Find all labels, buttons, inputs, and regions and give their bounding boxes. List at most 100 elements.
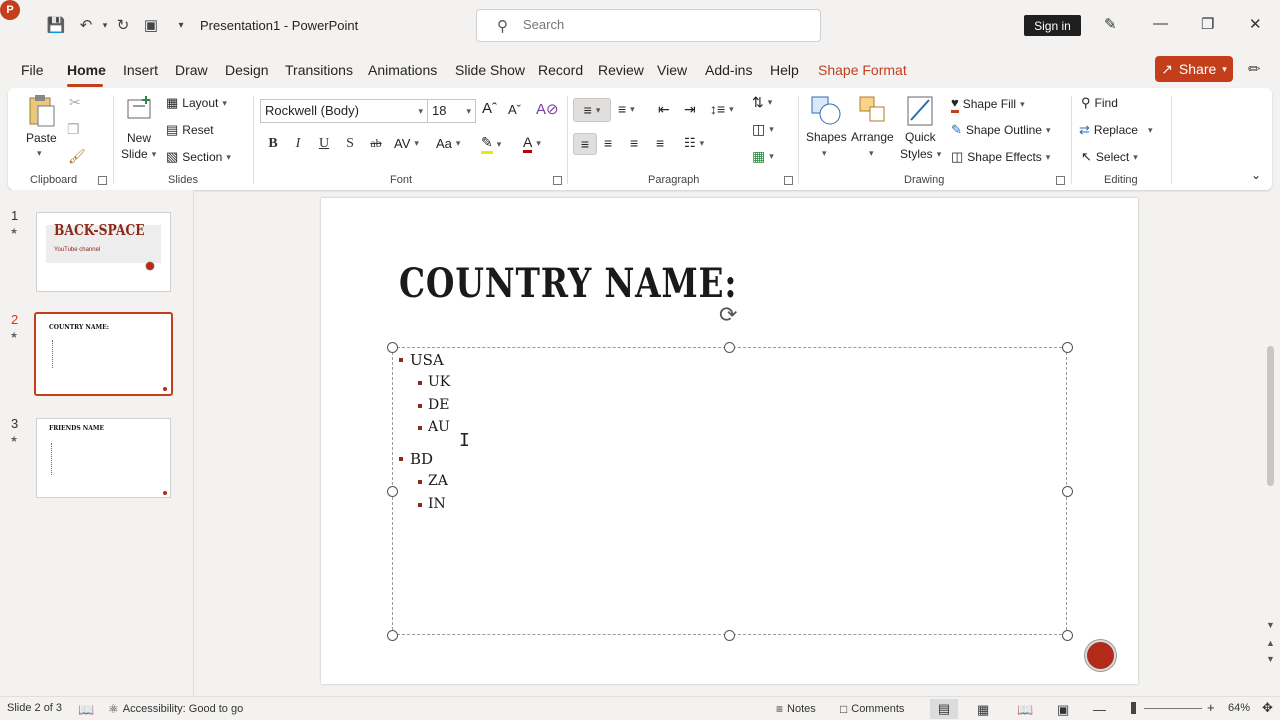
tab-home[interactable]: Home (67, 62, 106, 78)
paragraph-launcher-icon[interactable] (784, 176, 793, 185)
smartart-icon[interactable]: ▦ ▾ (752, 148, 774, 165)
font-size-box[interactable]: 18 ▾ (427, 99, 476, 123)
resize-handle[interactable] (724, 630, 735, 641)
tab-record[interactable]: Record (538, 62, 583, 78)
font-launcher-icon[interactable] (553, 176, 562, 185)
normal-view-icon[interactable]: ▤ (930, 699, 958, 719)
justify-icon[interactable]: ≡ (656, 135, 664, 151)
redo-icon[interactable]: ↻ (112, 14, 134, 36)
save-icon[interactable]: 💾 (45, 14, 67, 36)
decrease-indent-icon[interactable]: ⇤ (658, 101, 670, 118)
resize-handle[interactable] (387, 630, 398, 641)
rotate-handle-icon[interactable]: ⟳ (719, 302, 737, 328)
chevron-down-icon[interactable]: ▾ (822, 148, 827, 159)
spell-check-icon[interactable]: 📖 (78, 702, 94, 718)
bullet-item[interactable]: USA (410, 351, 444, 369)
sign-in-button[interactable]: Sign in (1024, 15, 1081, 36)
resize-handle[interactable] (387, 342, 398, 353)
shrink-font-icon[interactable]: Aˇ (508, 102, 521, 117)
align-right-icon[interactable]: ≡ (630, 135, 638, 151)
replace-button[interactable]: ⇄ Replace ▾ (1079, 122, 1152, 138)
bullet-item[interactable]: BD (410, 450, 433, 468)
tab-insert[interactable]: Insert (123, 62, 158, 78)
shapes-button[interactable]: Shapes (806, 130, 847, 144)
bullet-item[interactable]: DE (428, 397, 449, 413)
columns-icon[interactable]: ☷ ▾ (684, 135, 704, 151)
slideshow-icon[interactable]: ▣ (1057, 702, 1069, 718)
tab-add-ins[interactable]: Add-ins (705, 62, 752, 78)
resize-handle[interactable] (1062, 342, 1073, 353)
slide-sorter-icon[interactable]: ▦ (977, 702, 989, 718)
next-slide-icon[interactable]: ▼ (1266, 654, 1275, 664)
slide-thumbnail-3[interactable]: FRIENDS NAME (36, 418, 171, 498)
drawing-launcher-icon[interactable] (1056, 176, 1065, 185)
strikethrough-button[interactable]: ab (366, 136, 386, 151)
slide-canvas[interactable]: COUNTRY NAME: ⟳ USA UK DE AU BD ZA IN I (321, 198, 1138, 684)
tab-view[interactable]: View (657, 62, 687, 78)
close-icon[interactable]: ✕ (1249, 15, 1262, 33)
quick-styles-button[interactable]: Styles ▾ (900, 147, 941, 161)
vertical-scrollbar[interactable]: ▼ ▲ ▼ (1264, 198, 1278, 684)
font-color-icon[interactable]: A ▾ (523, 134, 541, 153)
paste-button[interactable]: Paste (26, 131, 57, 145)
tab-shape-format[interactable]: Shape Format (818, 62, 907, 78)
new-slide-button[interactable]: Slide ▾ (121, 147, 156, 161)
bullets-button[interactable]: ≡ ▾ (573, 98, 611, 122)
bold-button[interactable]: B (263, 136, 283, 152)
tab-file[interactable]: File (21, 62, 44, 78)
tab-animations[interactable]: Animations (368, 62, 437, 78)
pen-icon[interactable]: ✎ (1104, 15, 1117, 33)
resize-handle[interactable] (387, 486, 398, 497)
zoom-in-icon[interactable]: + (1207, 700, 1215, 715)
bullet-item[interactable]: IN (428, 496, 446, 512)
resize-handle[interactable] (724, 342, 735, 353)
search-input[interactable] (523, 17, 773, 32)
font-name-box[interactable]: Rockwell (Body) ▾ (260, 99, 428, 123)
tab-transitions[interactable]: Transitions (285, 62, 353, 78)
section-button[interactable]: ▧ Section ▾ (166, 149, 231, 165)
fit-to-window-icon[interactable]: ✥ (1262, 700, 1273, 716)
bullet-item[interactable]: ZA (428, 473, 448, 489)
align-text-icon[interactable]: ◫ ▾ (752, 121, 774, 138)
previous-slide-icon[interactable]: ▲ (1266, 638, 1275, 648)
highlight-icon[interactable]: ✎ ▾ (481, 134, 501, 154)
numbering-icon[interactable]: ≡ ▾ (618, 101, 635, 117)
bullet-item[interactable]: UK (428, 374, 450, 390)
paste-icon[interactable] (26, 94, 56, 128)
tab-draw[interactable]: Draw (175, 62, 208, 78)
slide-thumbnail-1[interactable]: BACK-SPACE YouTube channel (36, 212, 171, 292)
shapes-icon[interactable] (809, 94, 841, 128)
text-direction-icon[interactable]: ⇅ ▾ (752, 94, 772, 111)
slide-title[interactable]: COUNTRY NAME: (399, 260, 737, 307)
tab-review[interactable]: Review (598, 62, 644, 78)
zoom-slider-thumb[interactable] (1131, 702, 1136, 714)
change-case-icon[interactable]: Aa ▾ (436, 136, 460, 151)
bullet-item[interactable]: AU (428, 419, 450, 435)
search-box[interactable]: ⚲ (476, 9, 821, 42)
scrollbar-thumb[interactable] (1267, 346, 1274, 486)
align-left-icon[interactable]: ≡ (573, 133, 597, 155)
select-button[interactable]: ↖ Select ▾ (1081, 149, 1138, 165)
notes-button[interactable]: ≡ Notes (776, 702, 816, 716)
cut-icon[interactable]: ✂ (69, 94, 81, 111)
new-slide-label-1[interactable]: New (127, 131, 151, 145)
format-painter-icon[interactable]: 🖌 (68, 148, 86, 165)
italic-button[interactable]: I (288, 136, 308, 152)
zoom-level[interactable]: 64% (1228, 702, 1250, 714)
comments-icon[interactable]: ✏ (1248, 60, 1261, 78)
tab-help[interactable]: Help (770, 62, 799, 78)
slide-thumbnail-2[interactable]: COUNTRY NAME: (34, 312, 173, 396)
align-center-icon[interactable]: ≡ (604, 135, 612, 151)
customize-toolbar-icon[interactable]: ▾ (170, 14, 192, 36)
tab-slide-show[interactable]: Slide Show (455, 62, 525, 78)
quick-styles-label-1[interactable]: Quick (905, 130, 936, 144)
paste-dropdown-icon[interactable]: ▾ (37, 148, 42, 159)
new-slide-icon[interactable] (124, 94, 154, 124)
zoom-slider-track[interactable] (1144, 708, 1202, 709)
arrange-button[interactable]: Arrange (851, 130, 894, 144)
content-placeholder[interactable] (392, 347, 1067, 635)
text-shadow-button[interactable]: S (340, 136, 360, 152)
grow-font-icon[interactable]: Aˆ (482, 100, 497, 117)
find-button[interactable]: ⚲ Find (1081, 95, 1118, 111)
character-spacing-icon[interactable]: AV ▾ (394, 136, 419, 151)
